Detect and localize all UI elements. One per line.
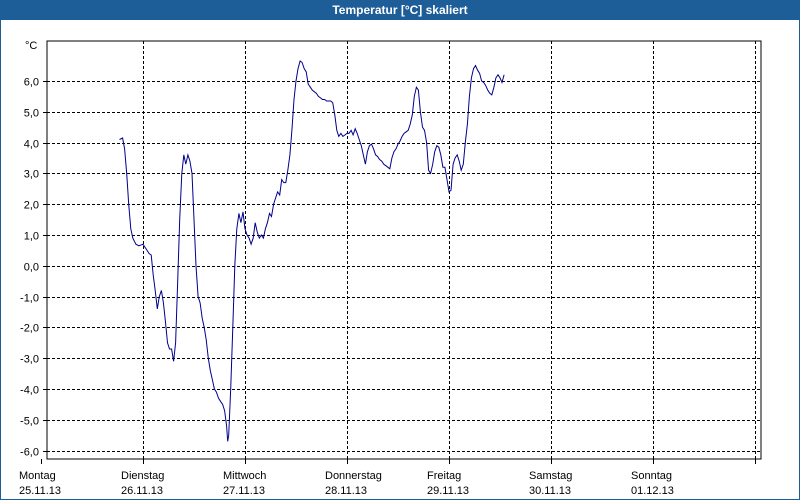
x-tick-date-label: 25.11.13 — [19, 485, 61, 497]
y-tick-labels: 6,0 5,0 4,0 3,0 2,0 1,0 0,0 -1,0 -2,0 -3,0 -4,0 -5,… — [20, 77, 39, 459]
x-tick-labels: Montag 25.11.13 Dienstag 26.11.13 Mittwoch 27… — [19, 470, 674, 497]
x-tick-date-label: 29.11.13 — [427, 485, 469, 497]
y-tick-label: 3,0 — [24, 169, 39, 181]
y-tick-label: 1,0 — [24, 231, 39, 243]
x-tick-day-label: Donnerstag — [325, 470, 382, 482]
y-tick-label: -1,0 — [20, 293, 39, 305]
x-tick-day-label: Montag — [19, 470, 56, 482]
y-tick-label: 6,0 — [24, 77, 39, 89]
y-tick-label: -3,0 — [20, 354, 39, 366]
y-tick-label: 4,0 — [24, 139, 39, 151]
x-tick-date-label: 01.12.13 — [631, 485, 674, 497]
x-tick-date-label: 28.11.13 — [325, 485, 367, 497]
y-tick-label: -5,0 — [20, 416, 39, 428]
x-tick-date-label: 26.11.13 — [121, 485, 163, 497]
y-tick-label: 2,0 — [24, 200, 39, 212]
y-tick-label: -2,0 — [20, 323, 39, 335]
y-tick-label: -4,0 — [20, 385, 39, 397]
y-tick-label: 0,0 — [24, 262, 39, 274]
x-tick-day-label: Dienstag — [121, 470, 164, 482]
y-axis-unit-label: °C — [25, 40, 37, 52]
x-tick-day-label: Sonntag — [631, 470, 672, 482]
temperature-chart: °C 6,0 5,0 4,0 3,0 2,0 1,0 0,0 -1,0 -2,0 -3,0 -4,0… — [19, 40, 762, 497]
y-tick-label: 5,0 — [24, 108, 39, 120]
x-tick-date-label: 27.11.13 — [223, 485, 265, 497]
y-tick-label: -6,0 — [20, 447, 39, 459]
temperature-series-line — [119, 60, 505, 442]
x-tick-day-label: Freitag — [427, 470, 461, 482]
x-tick-day-label: Mittwoch — [223, 470, 266, 482]
x-tick-date-label: 30.11.13 — [529, 485, 571, 497]
x-tick-day-label: Samstag — [529, 470, 572, 482]
grid-layer — [41, 41, 761, 464]
